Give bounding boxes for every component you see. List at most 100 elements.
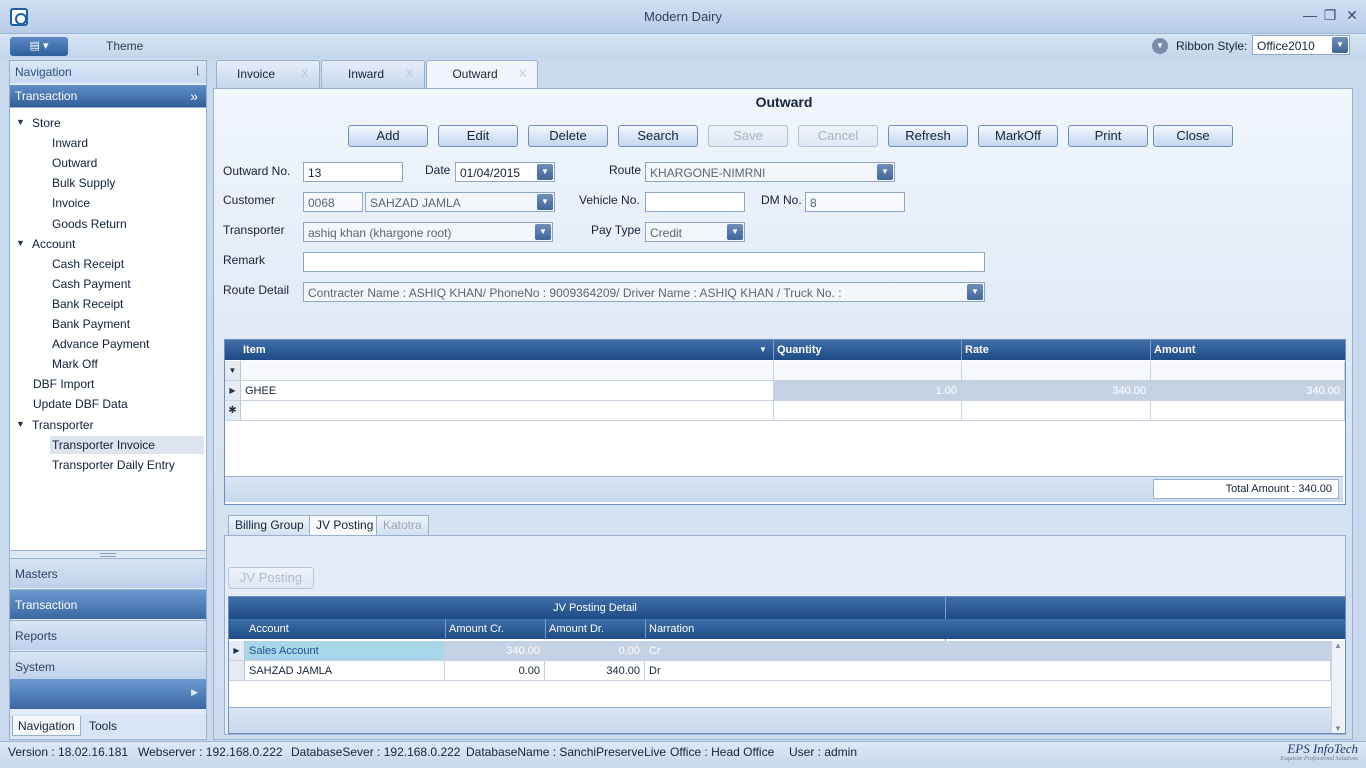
customer-combo[interactable]: SAHZAD JAMLA ▼ <box>365 192 555 212</box>
nav-tree-item[interactable]: Transporter Daily Entry <box>52 456 175 474</box>
ribbon-dropdown-icon[interactable]: ▼ <box>1152 38 1168 54</box>
tab-katotra[interactable]: Katotra <box>376 515 429 535</box>
jv-cell-narration[interactable]: Cr <box>645 641 1331 661</box>
column-account[interactable]: Account <box>249 619 289 639</box>
nav-tree-item[interactable]: Cash Payment <box>52 275 131 293</box>
nav-tree-item[interactable]: Account <box>32 235 75 253</box>
nav-tree-item[interactable]: Cash Receipt <box>52 255 124 273</box>
nav-group-masters[interactable]: Masters <box>10 558 206 588</box>
filter-dropdown-icon[interactable]: ▼ <box>759 340 767 360</box>
nav-tree-item[interactable]: DBF Import <box>33 375 94 393</box>
jv-posting-button[interactable]: JV Posting <box>228 567 314 589</box>
date-picker[interactable]: 01/04/2015 ▼ <box>455 162 555 182</box>
chevron-down-icon[interactable]: ▼ <box>537 164 553 180</box>
chevron-down-icon[interactable]: ▼ <box>537 194 553 210</box>
nav-splitter[interactable] <box>10 550 206 557</box>
column-amount-dr[interactable]: Amount Dr. <box>549 619 604 639</box>
chevron-down-icon[interactable]: ▼ <box>1332 37 1348 53</box>
nav-group-header[interactable]: Transaction » <box>10 85 206 107</box>
new-row-item[interactable] <box>241 401 774 421</box>
nav-group-system[interactable]: System <box>10 651 206 681</box>
tab-navigation[interactable]: Navigation <box>12 716 81 736</box>
tab-inward[interactable]: Inward X <box>321 60 425 88</box>
expand-toggle-icon[interactable]: ▼ <box>16 117 25 127</box>
column-rate[interactable]: Rate <box>965 340 989 360</box>
ribbon-style-combo[interactable]: Office2010 ▼ <box>1252 35 1350 55</box>
scroll-down-icon[interactable]: ▼ <box>1334 724 1342 733</box>
markoff-button[interactable]: MarkOff <box>978 125 1058 147</box>
row-indicator[interactable] <box>229 661 245 681</box>
column-quantity[interactable]: Quantity <box>777 340 822 360</box>
column-narration[interactable]: Narration <box>649 619 694 639</box>
vehicle-no-field[interactable] <box>645 192 745 212</box>
new-row-icon[interactable]: ✱ <box>225 401 241 421</box>
add-button[interactable]: Add <box>348 125 428 147</box>
close-icon[interactable]: X <box>519 61 526 88</box>
nav-tree-item[interactable]: Mark Off <box>52 355 98 373</box>
collapse-icon[interactable]: » <box>190 85 198 107</box>
transporter-combo[interactable]: ashiq khan (khargone root) ▼ <box>303 222 553 242</box>
filter-icon[interactable]: ▼ <box>225 361 241 381</box>
new-row-quantity[interactable] <box>774 401 962 421</box>
outward-no-field[interactable]: 13 <box>303 162 403 182</box>
close-icon[interactable]: X <box>301 61 308 88</box>
jv-cell-cr[interactable]: 0.00 <box>445 661 545 681</box>
filter-cell-amount[interactable] <box>1151 361 1345 381</box>
filter-cell-item[interactable] <box>241 361 774 381</box>
nav-tree-item[interactable]: Invoice <box>52 194 90 212</box>
chevron-down-icon[interactable]: ▼ <box>967 284 983 300</box>
filter-cell-rate[interactable] <box>962 361 1151 381</box>
edit-button[interactable]: Edit <box>438 125 518 147</box>
app-menu-button[interactable]: ▤ ▾ <box>10 37 68 56</box>
save-button[interactable]: Save <box>708 125 788 147</box>
nav-overflow-bar[interactable]: ▶ <box>10 679 206 709</box>
refresh-button[interactable]: Refresh <box>888 125 968 147</box>
nav-tree-item[interactable]: Transporter <box>32 416 94 434</box>
tab-jv-posting[interactable]: JV Posting <box>309 515 381 535</box>
nav-tree-item[interactable]: Inward <box>52 134 88 152</box>
cell-amount[interactable]: 340.00 <box>1151 381 1345 401</box>
tab-tools[interactable]: Tools <box>84 716 122 736</box>
chevron-down-icon[interactable]: ▼ <box>877 164 893 180</box>
route-detail-combo[interactable]: Contracter Name : ASHIQ KHAN/ PhoneNo : … <box>303 282 985 302</box>
minimize-icon[interactable]: — <box>1300 6 1320 24</box>
tab-outward[interactable]: Outward X <box>426 60 538 89</box>
search-button[interactable]: Search <box>618 125 698 147</box>
expand-toggle-icon[interactable]: ▼ <box>16 419 25 429</box>
chevron-down-icon[interactable]: ▼ <box>727 224 743 240</box>
jv-cell-dr[interactable]: 0.00 <box>545 641 645 661</box>
close-icon[interactable]: ✕ <box>1342 6 1362 24</box>
nav-tree-item[interactable]: Store <box>32 114 61 132</box>
close-icon[interactable]: X <box>406 61 413 88</box>
route-combo[interactable]: KHARGONE-NIMRNI ▼ <box>645 162 895 182</box>
nav-tree-item[interactable]: Bank Receipt <box>52 295 123 313</box>
cell-quantity[interactable]: 1.00 <box>774 381 962 401</box>
new-row-amount[interactable] <box>1151 401 1345 421</box>
jv-cell-narration[interactable]: Dr <box>645 661 1331 681</box>
pay-type-combo[interactable]: Credit ▼ <box>645 222 745 242</box>
delete-button[interactable]: Delete <box>528 125 608 147</box>
expand-toggle-icon[interactable]: ▼ <box>16 238 25 248</box>
restore-icon[interactable]: ❐ <box>1320 6 1340 24</box>
nav-tree-item[interactable]: Bank Payment <box>52 315 130 333</box>
nav-tree-item[interactable]: Outward <box>52 154 97 172</box>
column-amount-cr[interactable]: Amount Cr. <box>449 619 504 639</box>
remark-field[interactable] <box>303 252 985 272</box>
cell-rate[interactable]: 340.00 <box>962 381 1151 401</box>
scroll-up-icon[interactable]: ▲ <box>1334 641 1342 650</box>
nav-tree-item[interactable]: Bulk Supply <box>52 174 115 192</box>
tab-invoice[interactable]: Invoice X <box>216 60 320 88</box>
nav-tree-item[interactable]: Advance Payment <box>52 335 149 353</box>
nav-group-transaction[interactable]: Transaction <box>10 589 206 619</box>
row-indicator-icon[interactable]: ▶ <box>225 381 241 401</box>
pin-icon[interactable]: ⌊ <box>196 61 200 83</box>
jv-cell-account[interactable]: SAHZAD JAMLA <box>245 661 445 681</box>
new-row-rate[interactable] <box>962 401 1151 421</box>
print-button[interactable]: Print <box>1068 125 1148 147</box>
customer-code-field[interactable]: 0068 <box>303 192 363 212</box>
theme-tab[interactable]: Theme <box>106 39 143 53</box>
column-amount[interactable]: Amount <box>1154 340 1196 360</box>
filter-cell-quantity[interactable] <box>774 361 962 381</box>
nav-tree-item[interactable]: Transporter Invoice <box>50 435 204 454</box>
close-button[interactable]: Close <box>1153 125 1233 147</box>
